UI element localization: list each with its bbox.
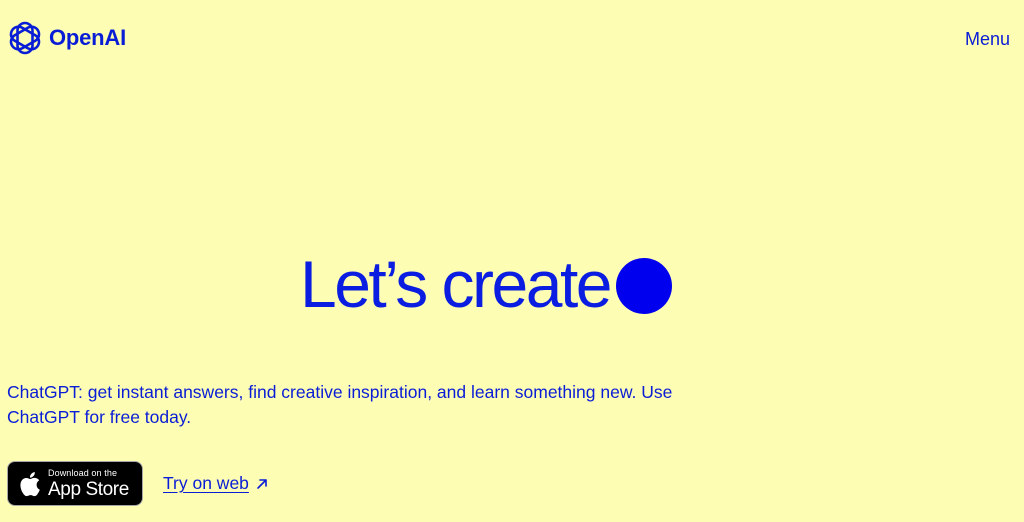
- app-store-button[interactable]: Download on the App Store: [7, 461, 143, 506]
- hero-description: ChatGPT: get instant answers, find creat…: [7, 382, 673, 427]
- app-store-label: App Store: [48, 478, 129, 500]
- try-on-web-label: Try on web: [163, 473, 249, 493]
- brand-name: OpenAI: [49, 25, 127, 50]
- openai-logo-icon: [9, 21, 41, 55]
- site-header: OpenAI Menu: [0, 0, 1024, 78]
- arrow-up-right-icon: [257, 478, 267, 489]
- hero-title: Let’s create: [300, 247, 613, 321]
- hero-headline: Let’s create: [300, 243, 672, 325]
- openai-logo[interactable]: OpenAI: [7, 20, 126, 56]
- cta-row: Download on the App Store Try on web: [7, 461, 269, 506]
- try-on-web-link[interactable]: Try on web: [163, 473, 269, 494]
- hero-dot: [616, 258, 672, 314]
- app-store-caption: Download on the: [48, 467, 118, 478]
- apple-icon: [20, 471, 40, 496]
- menu-button[interactable]: Menu: [965, 28, 1010, 50]
